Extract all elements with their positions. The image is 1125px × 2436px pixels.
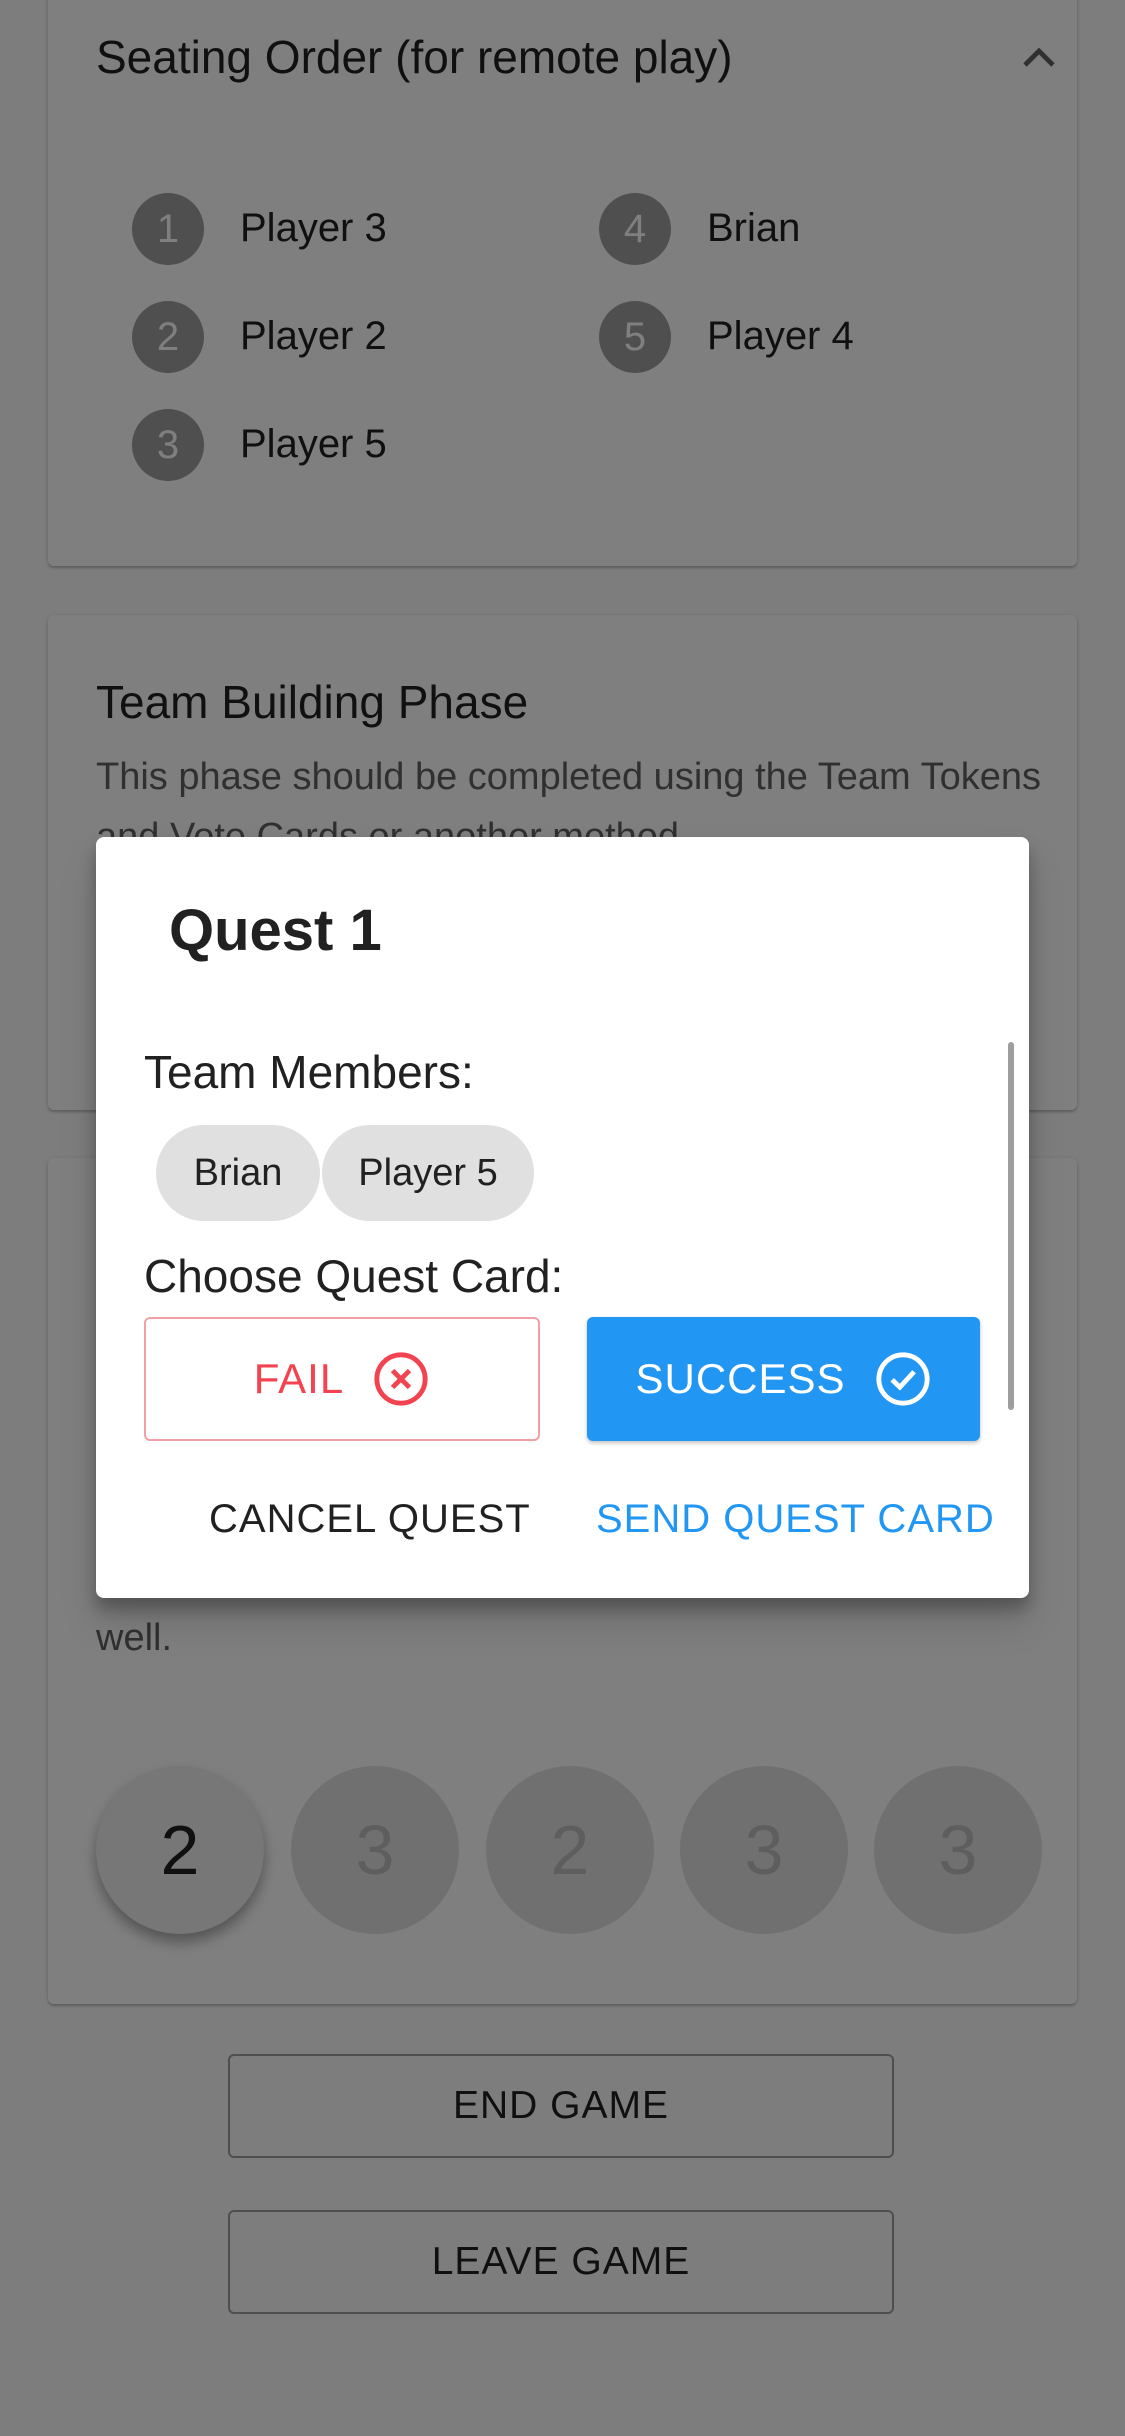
cancel-quest-button[interactable]: CANCEL QUEST <box>209 1497 531 1542</box>
team-member-chip: Player 5 <box>322 1125 534 1221</box>
success-button-label: SUCCESS <box>635 1355 846 1402</box>
quest-dialog: Quest 1 Team Members: Brian Player 5 Cho… <box>96 837 1029 1598</box>
dialog-title: Quest 1 <box>169 898 382 963</box>
team-members-label: Team Members: <box>144 1046 474 1098</box>
dialog-scrollbar[interactable] <box>1008 1042 1014 1410</box>
send-quest-card-button[interactable]: SEND QUEST CARD <box>596 1497 995 1542</box>
fail-button[interactable]: FAIL <box>144 1317 540 1441</box>
cancel-circle-icon <box>374 1352 428 1406</box>
check-circle-icon <box>875 1352 930 1406</box>
success-button[interactable]: SUCCESS <box>587 1317 980 1441</box>
fail-button-label: FAIL <box>253 1355 345 1402</box>
team-member-chip: Brian <box>156 1125 320 1221</box>
choose-quest-card-label: Choose Quest Card: <box>144 1250 564 1302</box>
